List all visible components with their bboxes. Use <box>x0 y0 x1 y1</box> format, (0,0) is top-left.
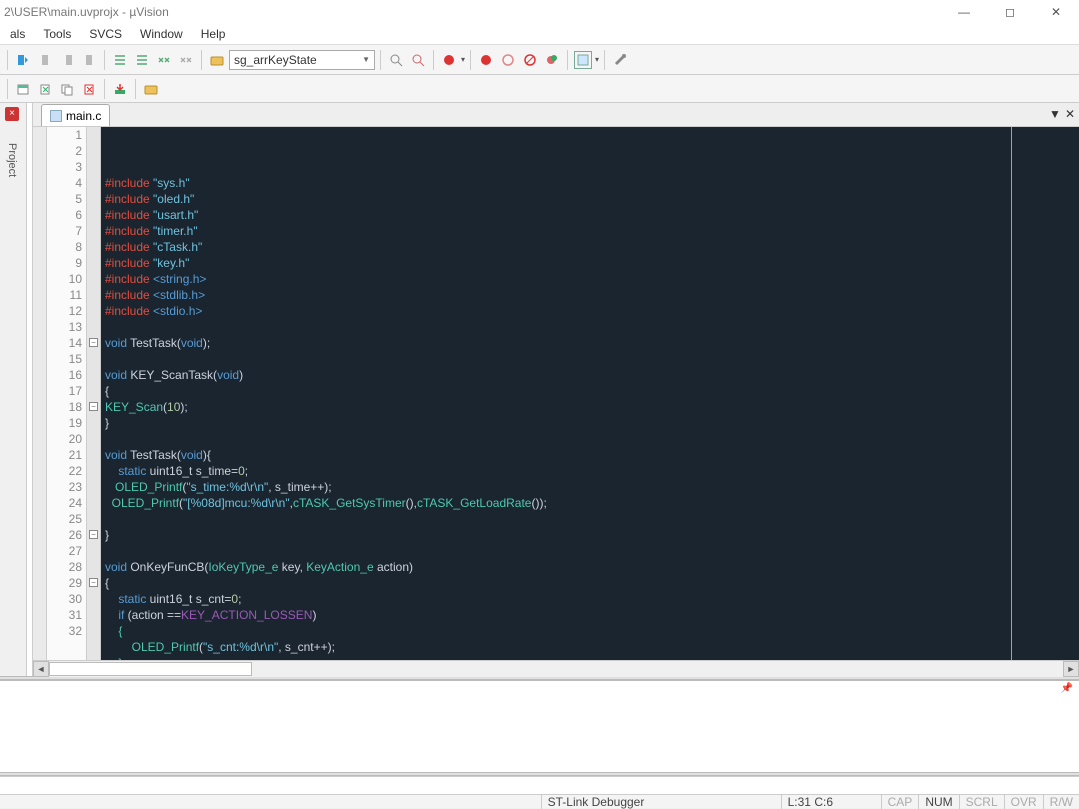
browse-icon[interactable] <box>208 51 226 69</box>
chevron-down-icon: ▼ <box>362 55 370 64</box>
minimize-button[interactable]: — <box>941 0 987 23</box>
menu-item[interactable]: Help <box>193 25 234 43</box>
bookmark-toggle-icon[interactable] <box>36 51 54 69</box>
rebuild-icon[interactable] <box>58 80 76 98</box>
project-pane-collapsed[interactable]: × Project <box>0 103 27 676</box>
debug-icon[interactable] <box>440 51 458 69</box>
bookmark-gutter[interactable] <box>33 127 47 660</box>
status-scrl: SCRL <box>959 795 1004 809</box>
file-tab-label: main.c <box>66 109 101 123</box>
status-rw: R/W <box>1043 795 1079 809</box>
menu-item[interactable]: Tools <box>35 25 79 43</box>
download-icon[interactable] <box>111 80 129 98</box>
left-thin-margin <box>27 103 33 676</box>
close-pane-icon[interactable]: × <box>5 107 19 121</box>
line-number-gutter: 1234567891011121314151617181920212223242… <box>47 127 87 660</box>
configure-icon[interactable] <box>611 51 629 69</box>
breakpoint-enable-icon[interactable] <box>499 51 517 69</box>
target-options-icon[interactable] <box>142 80 160 98</box>
status-debugger: ST-Link Debugger <box>541 795 781 809</box>
close-button[interactable]: ✕ <box>1033 0 1079 23</box>
code-content[interactable]: #include "sys.h"#include "oled.h"#includ… <box>101 127 1079 660</box>
find-combo[interactable]: sg_arrKeyState ▼ <box>229 50 375 70</box>
scroll-right-icon[interactable]: ► <box>1063 661 1079 677</box>
bookmark-prev-icon[interactable] <box>14 51 32 69</box>
find-icon[interactable] <box>387 51 405 69</box>
window-title: 2\USER\main.uvprojx - µVision <box>4 5 169 19</box>
status-cap: CAP <box>881 795 919 809</box>
breakpoint-insert-icon[interactable] <box>477 51 495 69</box>
c-file-icon <box>50 110 62 122</box>
tab-nav: ▼ ✕ <box>1049 107 1075 121</box>
pin-icon[interactable]: 📌 <box>1061 683 1073 694</box>
maximize-button[interactable]: ◻ <box>987 0 1033 23</box>
tab-close-icon[interactable]: ✕ <box>1065 107 1075 121</box>
menubar: als Tools SVCS Window Help <box>0 23 1079 45</box>
menu-item[interactable]: Window <box>132 25 191 43</box>
incremental-find-icon[interactable] <box>409 51 427 69</box>
file-tab[interactable]: main.c <box>41 104 110 126</box>
window-icon[interactable] <box>574 51 592 69</box>
status-ovr: OVR <box>1004 795 1043 809</box>
outdent-icon[interactable] <box>133 51 151 69</box>
translate-icon[interactable] <box>14 80 32 98</box>
column-ruler <box>1011 127 1012 660</box>
file-tab-row: main.c ▼ ✕ <box>33 103 1079 127</box>
fold-gutter[interactable]: −−−− <box>87 127 101 660</box>
tab-dropdown-icon[interactable]: ▼ <box>1049 107 1061 121</box>
build-output-panel[interactable]: 📌 <box>0 680 1079 772</box>
bookmark-clear-icon[interactable] <box>80 51 98 69</box>
bookmark-next-icon[interactable] <box>58 51 76 69</box>
code-editor[interactable]: 1234567891011121314151617181920212223242… <box>33 127 1079 660</box>
find-combo-text: sg_arrKeyState <box>234 53 317 67</box>
build-icon[interactable] <box>36 80 54 98</box>
breakpoint-kill-icon[interactable] <box>543 51 561 69</box>
status-cursor-pos: L:31 C:6 <box>781 795 881 809</box>
menu-item[interactable]: als <box>2 25 33 43</box>
window-controls: — ◻ ✕ <box>941 0 1079 23</box>
batch-build-icon[interactable] <box>80 80 98 98</box>
toolbar-build <box>0 75 1079 103</box>
horizontal-scrollbar[interactable]: ◄ ► <box>33 660 1079 676</box>
project-pane-label: Project <box>6 143 18 177</box>
scroll-track[interactable] <box>49 661 1063 677</box>
titlebar: 2\USER\main.uvprojx - µVision — ◻ ✕ <box>0 0 1079 23</box>
uncomment-icon[interactable] <box>177 51 195 69</box>
comment-icon[interactable] <box>155 51 173 69</box>
breakpoint-disable-icon[interactable] <box>521 51 539 69</box>
statusbar: ST-Link Debugger L:31 C:6 CAP NUM SCRL O… <box>0 794 1079 808</box>
editor-area: main.c ▼ ✕ 12345678910111213141516171819… <box>33 103 1079 676</box>
scroll-thumb[interactable] <box>49 662 252 676</box>
indent-icon[interactable] <box>111 51 129 69</box>
toolbar-main: sg_arrKeyState ▼ ▾ ▾ <box>0 45 1079 75</box>
workspace: × Project main.c ▼ ✕ 1234567891011121314… <box>0 103 1079 676</box>
status-num: NUM <box>918 795 958 809</box>
menu-item[interactable]: SVCS <box>81 25 130 43</box>
scroll-left-icon[interactable]: ◄ <box>33 661 49 677</box>
